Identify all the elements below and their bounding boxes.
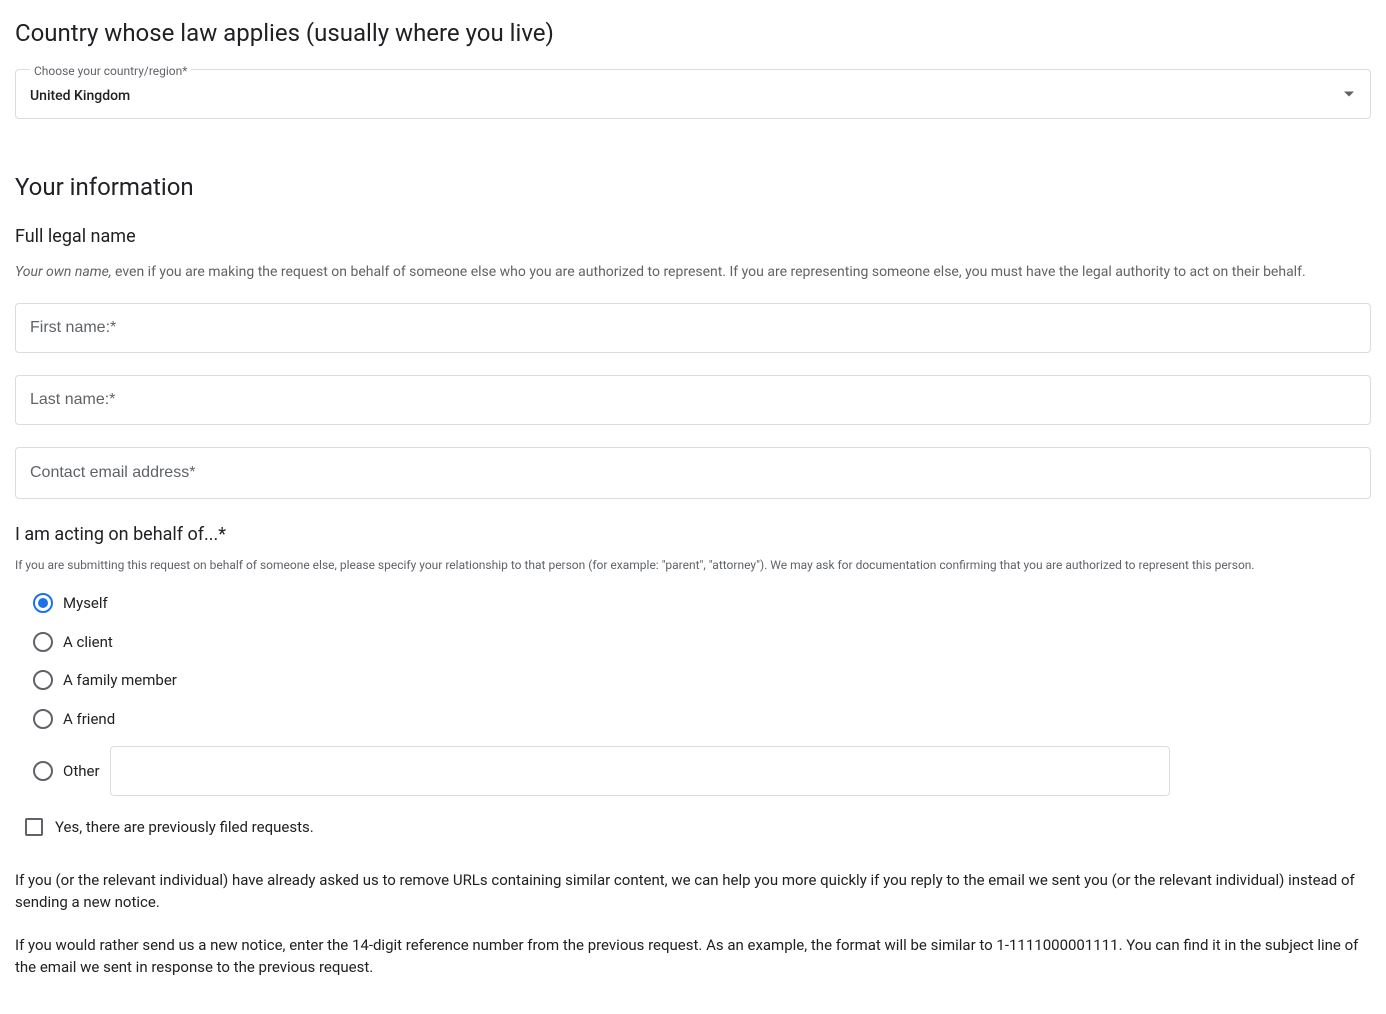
radio-family-label: A family member [63,669,177,692]
first-name-input[interactable] [16,304,1370,352]
last-name-field-wrap [15,375,1371,425]
radio-other-label: Other [63,760,100,783]
country-select-value: United Kingdom [16,70,1370,123]
radio-family[interactable] [33,670,53,690]
radio-myself[interactable] [33,593,53,613]
radio-friend-label: A friend [63,708,115,731]
radio-row-other: Other [33,746,1371,796]
your-information-heading: Your information [15,169,1371,205]
country-select[interactable]: Choose your country/region* United Kingd… [15,69,1371,119]
email-field-wrap [15,447,1371,499]
full-legal-name-heading: Full legal name [15,223,1371,250]
radio-client-label: A client [63,631,113,654]
previously-filed-label: Yes, there are previously filed requests… [55,816,314,839]
previously-filed-para1: If you (or the relevant individual) have… [15,869,1371,914]
acting-behalf-heading: I am acting on behalf of...* [15,521,1371,548]
radio-client[interactable] [33,632,53,652]
radio-row-client[interactable]: A client [33,631,1371,654]
chevron-down-icon [1344,92,1354,97]
country-law-heading: Country whose law applies (usually where… [15,15,1371,51]
full-legal-name-helper: Your own name, even if you are making th… [15,262,1371,283]
radio-row-myself[interactable]: Myself [33,592,1371,615]
radio-row-friend[interactable]: A friend [33,708,1371,731]
radio-other[interactable] [33,761,53,781]
last-name-input[interactable] [16,376,1370,424]
full-legal-name-helper-rest: even if you are making the request on be… [112,264,1306,280]
country-select-label: Choose your country/region* [30,62,191,80]
behalf-radio-group: Myself A client A family member A friend… [15,592,1371,796]
previously-filed-para2: If you would rather send us a new notice… [15,934,1371,979]
first-name-field-wrap [15,303,1371,353]
radio-myself-label: Myself [63,592,108,615]
other-input[interactable] [111,747,1169,795]
radio-friend[interactable] [33,709,53,729]
full-legal-name-helper-em: Your own name, [15,264,112,280]
previously-filed-row[interactable]: Yes, there are previously filed requests… [15,816,1371,839]
acting-behalf-helper: If you are submitting this request on be… [15,556,1371,574]
email-input[interactable] [16,448,1370,498]
radio-row-family[interactable]: A family member [33,669,1371,692]
other-input-wrap [110,746,1170,796]
previously-filed-checkbox[interactable] [25,818,43,836]
